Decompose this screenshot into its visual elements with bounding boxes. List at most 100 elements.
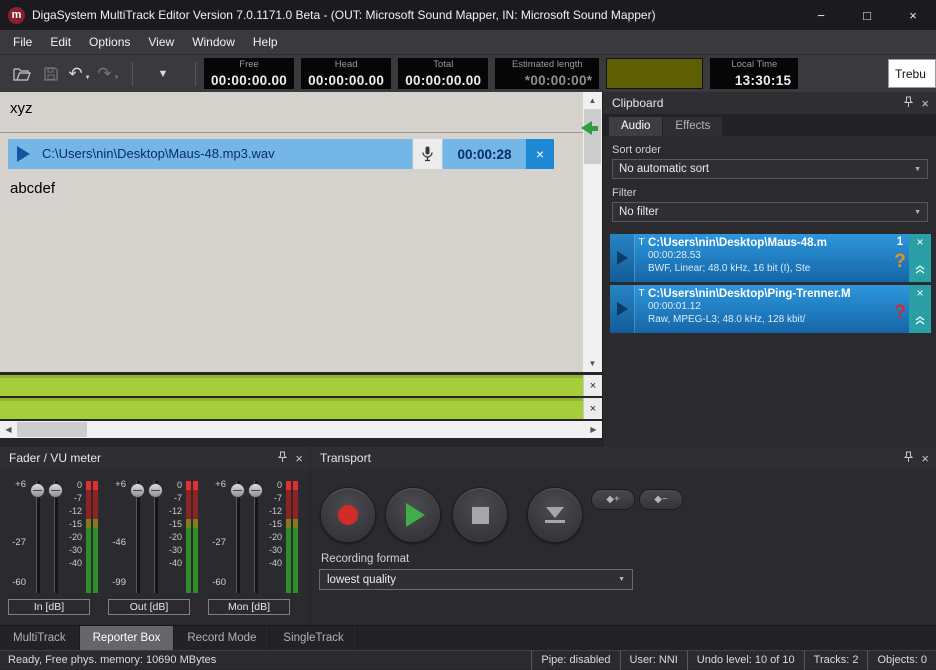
fader-knob[interactable]	[30, 483, 45, 498]
fader-slider[interactable]	[130, 481, 145, 593]
entry-play-button[interactable]	[610, 234, 635, 282]
audio-track-bar[interactable]: C:\Users\nin\Desktop\Maus-48.mp3.wav 00:…	[8, 139, 554, 169]
scroll-up-arrow[interactable]: ▲	[583, 92, 602, 109]
recording-format-label: Recording format	[321, 553, 409, 565]
fader-group-out: +6 -46 -99 0-7-12-15-20-30-40 Out [dB]	[106, 471, 200, 621]
fader-scale: 0-7-12-15-20-30-40	[62, 479, 82, 570]
toolbar-dropdown-button[interactable]: ▼	[141, 60, 185, 88]
clipboard-entry[interactable]: T C:\Users\nin\Desktop\Maus-48.m 00:00:2…	[610, 234, 931, 282]
fader-slider[interactable]	[248, 481, 263, 593]
time-value: 00:00:00.00	[308, 73, 384, 88]
tab-singletrack[interactable]: SingleTrack	[270, 626, 357, 650]
entry-count: 1	[897, 234, 903, 249]
scale-tick: -12	[62, 505, 82, 518]
entry-badges: ?	[891, 285, 909, 333]
sort-order-select[interactable]: No automatic sort ▼	[612, 159, 928, 179]
vu-bar	[286, 481, 291, 593]
vertical-scrollbar-thumb[interactable]	[584, 109, 601, 164]
chevron-down-icon: ▼	[914, 209, 921, 216]
range-bottom: -99	[106, 577, 126, 588]
open-button[interactable]	[8, 60, 35, 88]
scroll-left-arrow[interactable]: ◀	[0, 421, 17, 438]
fader-knob[interactable]	[48, 483, 63, 498]
track-mic-button[interactable]	[412, 139, 442, 169]
marker-add-button[interactable]: ◆+	[591, 489, 635, 510]
pin-icon[interactable]	[278, 451, 287, 466]
fader-slider[interactable]	[48, 481, 63, 593]
tab-audio[interactable]: Audio	[609, 117, 662, 136]
entry-play-button[interactable]	[610, 285, 635, 333]
track-lane-green[interactable]	[0, 398, 583, 419]
entry-close-button[interactable]: ×	[916, 237, 923, 248]
marker-remove-button[interactable]: ◆−	[639, 489, 683, 510]
menu-item-view[interactable]: View	[139, 30, 183, 55]
warning-question-icon: ?	[894, 249, 906, 282]
menu-item-file[interactable]: File	[4, 30, 41, 55]
entry-close-button[interactable]: ×	[916, 288, 923, 299]
range-top: +6	[206, 479, 226, 490]
pin-icon[interactable]	[904, 451, 913, 466]
stop-button[interactable]	[452, 487, 508, 543]
fader-slider[interactable]	[230, 481, 245, 593]
fader-scale: 0-7-12-15-20-30-40	[262, 479, 282, 570]
clipboard-entry-list: T C:\Users\nin\Desktop\Maus-48.m 00:00:2…	[603, 234, 936, 333]
filter-value: No filter	[619, 206, 659, 218]
editor-horizontal-scrollbar[interactable]: ◀ ▶	[0, 421, 602, 438]
menu-bar: File Edit Options View Window Help	[0, 30, 936, 55]
range-bottom: -60	[206, 577, 226, 588]
tab-reporter-box[interactable]: Reporter Box	[80, 626, 175, 650]
insert-position-arrow[interactable]	[581, 121, 598, 135]
horizontal-scrollbar-thumb[interactable]	[17, 422, 87, 437]
title-bar[interactable]: m DigaSystem MultiTrack Editor Version 7…	[0, 0, 936, 30]
tab-effects[interactable]: Effects	[663, 117, 722, 136]
arrow-left-icon	[581, 121, 592, 135]
minimize-button[interactable]: −	[798, 0, 844, 30]
lane-close-button[interactable]: ×	[583, 375, 602, 396]
time-display-head: Head 00:00:00.00	[301, 58, 391, 89]
redo-button[interactable]: ↷ ▼	[95, 60, 122, 88]
panel-close-icon[interactable]: ×	[295, 452, 303, 465]
editor-area[interactable]: xyz C:\Users\nin\Desktop\Maus-48.mp3.wav…	[0, 92, 583, 372]
play-button[interactable]	[385, 487, 441, 543]
recording-format-select[interactable]: lowest quality ▼	[319, 569, 633, 590]
entry-format: BWF, Linear; 48.0 kHz, 16 bit (I), Ste	[648, 262, 891, 275]
filter-select[interactable]: No filter ▼	[612, 202, 928, 222]
lane-close-button[interactable]: ×	[583, 398, 602, 419]
font-button[interactable]: Trebu	[888, 59, 936, 88]
fader-knob[interactable]	[148, 483, 163, 498]
track-close-button[interactable]: ×	[526, 139, 554, 169]
scroll-down-arrow[interactable]: ▼	[583, 355, 602, 372]
go-to-end-button[interactable]	[527, 487, 583, 543]
toolbar-separator	[195, 62, 196, 86]
fader-slider[interactable]	[148, 481, 163, 593]
toolbar-level-meter	[606, 58, 703, 89]
track-lane-green[interactable]	[0, 375, 583, 396]
save-button[interactable]	[37, 60, 64, 88]
record-button[interactable]	[320, 487, 376, 543]
maximize-button[interactable]: □	[844, 0, 890, 30]
fader-knob[interactable]	[230, 483, 245, 498]
close-button[interactable]: ×	[890, 0, 936, 30]
clipboard-entry[interactable]: T C:\Users\nin\Desktop\Ping-Trenner.M 00…	[610, 285, 931, 333]
tab-multitrack[interactable]: MultiTrack	[0, 626, 80, 650]
undo-button[interactable]: ↶ ▼	[66, 60, 93, 88]
app-window: m DigaSystem MultiTrack Editor Version 7…	[0, 0, 936, 669]
menu-item-window[interactable]: Window	[183, 30, 244, 55]
entry-chevrons-up-icon[interactable]	[915, 312, 925, 330]
menu-item-edit[interactable]: Edit	[41, 30, 80, 55]
scroll-right-arrow[interactable]: ▶	[585, 421, 602, 438]
entry-chevrons-up-icon[interactable]	[915, 261, 925, 279]
menu-item-options[interactable]: Options	[80, 30, 139, 55]
fader-scale: 0-7-12-15-20-30-40	[162, 479, 182, 570]
tab-record-mode[interactable]: Record Mode	[174, 626, 270, 650]
track-play-button[interactable]	[8, 139, 38, 169]
time-value: 00:00:00.00	[405, 73, 481, 88]
fader-slider[interactable]	[30, 481, 45, 593]
fader-knob[interactable]	[130, 483, 145, 498]
pin-icon[interactable]	[904, 96, 913, 111]
fader-knob[interactable]	[248, 483, 263, 498]
panel-close-icon[interactable]: ×	[921, 452, 929, 465]
range-bottom: -60	[6, 577, 26, 588]
menu-item-help[interactable]: Help	[244, 30, 287, 55]
panel-close-icon[interactable]: ×	[921, 97, 929, 110]
